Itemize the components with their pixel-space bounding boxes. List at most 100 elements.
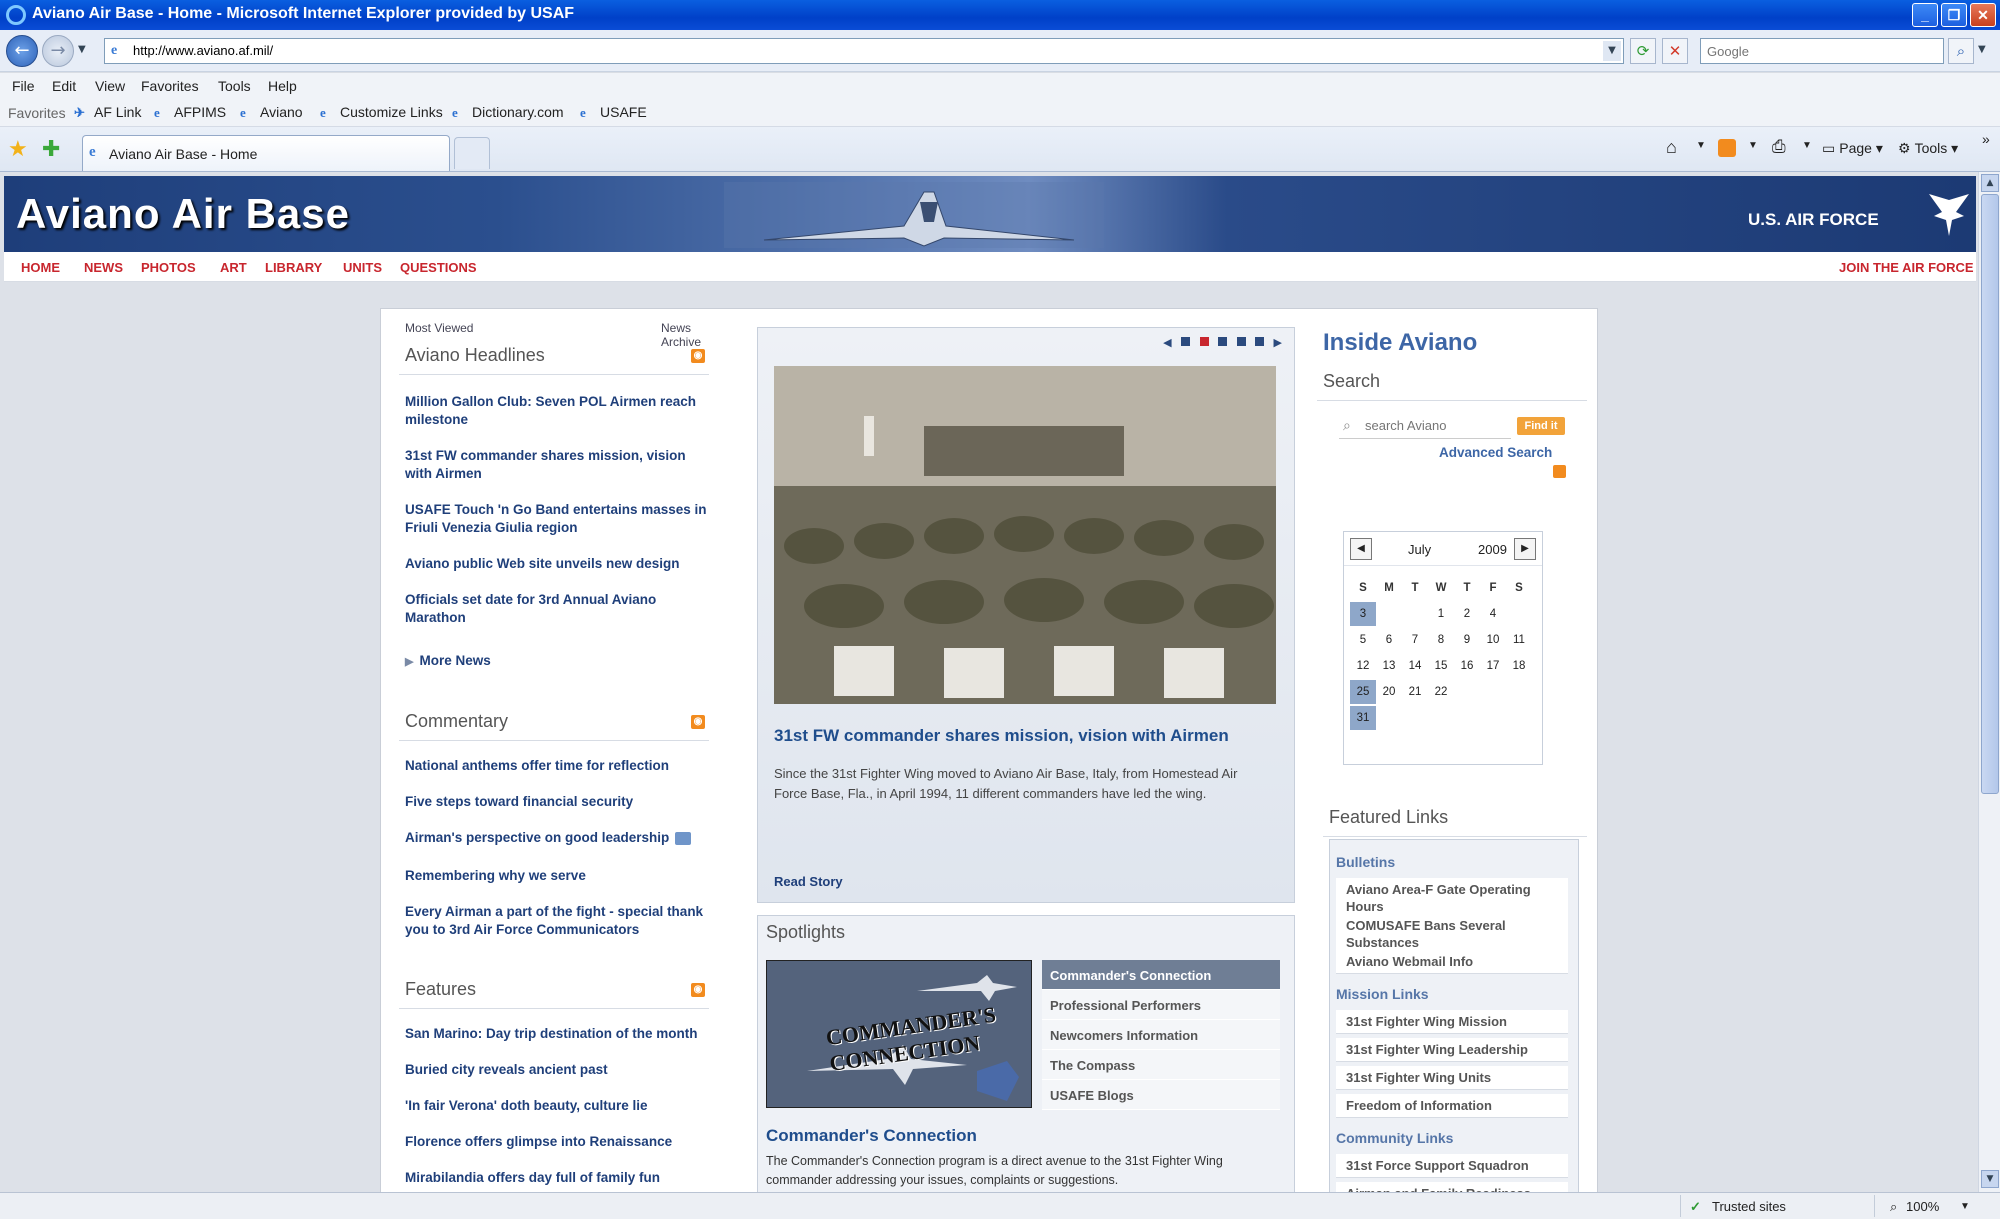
search-field[interactable]: [1700, 38, 1944, 64]
nav-join-air-force[interactable]: JOIN THE AIR FORCE: [1839, 260, 1974, 275]
spotlight-feature-title[interactable]: Commander's Connection: [766, 1126, 977, 1146]
calendar-day[interactable]: 18: [1506, 654, 1532, 678]
story-title[interactable]: 31st FW commander shares mission, vision…: [774, 726, 1229, 746]
calendar-day[interactable]: 5: [1350, 628, 1376, 652]
feature-item[interactable]: San Marino: Day trip destination of the …: [405, 1025, 715, 1043]
fav-link-aviano[interactable]: e Aviano: [240, 104, 303, 120]
print-icon[interactable]: ⎙: [1772, 137, 1786, 157]
calendar-day[interactable]: 9: [1454, 628, 1480, 652]
calendar-day[interactable]: 16: [1454, 654, 1480, 678]
fav-link-usafe[interactable]: e USAFE: [580, 104, 647, 120]
bulletin-link[interactable]: Aviano Webmail Info: [1336, 950, 1568, 974]
feeds-dropdown-icon[interactable]: ▼: [1748, 140, 1758, 151]
close-button[interactable]: ✕: [1970, 3, 1996, 27]
back-button[interactable]: ←: [6, 35, 38, 67]
nav-library[interactable]: LIBRARY: [265, 260, 322, 275]
zoom-level[interactable]: 100%: [1906, 1199, 1939, 1214]
feeds-icon[interactable]: [1718, 139, 1736, 157]
fav-link-dictionary[interactable]: e Dictionary.com: [452, 104, 564, 120]
mission-link[interactable]: 31st Fighter Wing Units: [1336, 1066, 1568, 1090]
rss-icon[interactable]: [1553, 465, 1566, 478]
feature-item[interactable]: Florence offers glimpse into Renaissance: [405, 1133, 715, 1151]
spotlight-item[interactable]: Professional Performers: [1042, 990, 1280, 1020]
home-icon[interactable]: ⌂: [1666, 137, 1677, 158]
rss-icon[interactable]: ◉: [691, 349, 705, 363]
minimize-button[interactable]: _: [1912, 3, 1938, 27]
nav-home[interactable]: HOME: [21, 260, 60, 275]
calendar-day[interactable]: 2: [1454, 602, 1480, 626]
calendar-day[interactable]: 20: [1376, 680, 1402, 704]
headline-item[interactable]: 31st FW commander shares mission, vision…: [405, 447, 715, 483]
mission-link[interactable]: 31st Fighter Wing Leadership: [1336, 1038, 1568, 1062]
prev-month-icon[interactable]: ◀: [1350, 538, 1372, 560]
nav-art[interactable]: ART: [220, 260, 247, 275]
vertical-scrollbar[interactable]: ▲ ▼: [1978, 172, 2000, 1192]
menu-favorites[interactable]: Favorites: [141, 78, 199, 94]
find-it-button[interactable]: Find it: [1517, 417, 1565, 435]
next-slide-icon[interactable]: ▶: [1274, 336, 1282, 349]
calendar-day[interactable]: 13: [1376, 654, 1402, 678]
story-photo[interactable]: [774, 366, 1276, 704]
bulletin-link[interactable]: Aviano Area-F Gate Operating Hours: [1336, 878, 1568, 919]
page-menu-button[interactable]: ▭ Page ▾: [1822, 140, 1883, 157]
spotlight-item-active[interactable]: Commander's Connection: [1042, 960, 1280, 990]
slide-dot[interactable]: [1255, 337, 1265, 346]
most-viewed-link[interactable]: Most Viewed: [405, 321, 473, 335]
calendar-day[interactable]: 21: [1402, 680, 1428, 704]
site-title[interactable]: Aviano Air Base: [16, 190, 350, 238]
community-link[interactable]: 31st Force Support Squadron: [1336, 1154, 1568, 1178]
nav-photos[interactable]: PHOTOS: [141, 260, 196, 275]
feature-item[interactable]: Mirabilandia offers day full of family f…: [405, 1169, 715, 1187]
read-story-link[interactable]: Read Story: [774, 874, 843, 889]
next-month-icon[interactable]: ▶: [1514, 538, 1536, 560]
community-link[interactable]: Airman and Family Readiness: [1336, 1182, 1568, 1192]
usaf-wordmark[interactable]: U.S. AIR FORCE: [1748, 210, 1879, 230]
home-dropdown-icon[interactable]: ▼: [1696, 140, 1706, 151]
commentary-item[interactable]: Airman's perspective on good leadership: [405, 829, 715, 847]
site-search-input[interactable]: [1365, 418, 1505, 433]
calendar-day[interactable]: 12: [1350, 654, 1376, 678]
slide-dot-active[interactable]: [1199, 337, 1209, 346]
menu-help[interactable]: Help: [268, 78, 297, 94]
usaf-wing-logo-icon[interactable]: [1924, 190, 1974, 240]
menu-tools[interactable]: Tools: [218, 78, 251, 94]
url-dropdown-icon[interactable]: ▼: [1603, 41, 1621, 61]
commanders-connection-image[interactable]: COMMANDER'S CONNECTION: [766, 960, 1032, 1108]
calendar-day[interactable]: 1: [1428, 602, 1454, 626]
headline-item[interactable]: USAFE Touch 'n Go Band entertains masses…: [405, 501, 715, 537]
previous-slide-icon[interactable]: ◀: [1163, 336, 1171, 349]
calendar-day[interactable]: 15: [1428, 654, 1454, 678]
more-news-link[interactable]: ▶ More News: [405, 653, 491, 668]
search-input[interactable]: [1701, 39, 1943, 63]
fav-link-afpims[interactable]: e AFPIMS: [154, 104, 226, 120]
calendar-day[interactable]: 31: [1350, 706, 1376, 730]
security-zone[interactable]: Trusted sites: [1712, 1199, 1786, 1214]
calendar-day[interactable]: 3: [1350, 602, 1376, 626]
calendar-day[interactable]: 22: [1428, 680, 1454, 704]
chevron-more-icon[interactable]: »: [1982, 131, 1990, 147]
spotlight-item[interactable]: The Compass: [1042, 1050, 1280, 1080]
mission-link[interactable]: 31st Fighter Wing Mission: [1336, 1010, 1568, 1034]
slide-dot[interactable]: [1218, 337, 1228, 346]
headline-item[interactable]: Million Gallon Club: Seven POL Airmen re…: [405, 393, 715, 429]
url-field[interactable]: e http://www.aviano.af.mil/ ▼: [104, 38, 1624, 64]
advanced-search-link[interactable]: Advanced Search: [1439, 445, 1552, 460]
nav-units[interactable]: UNITS: [343, 260, 382, 275]
site-search-field[interactable]: ⌕: [1339, 415, 1511, 439]
feature-item[interactable]: Buried city reveals ancient past: [405, 1061, 715, 1079]
maximize-button[interactable]: ❐: [1941, 3, 1967, 27]
add-favorite-star-icon[interactable]: ✚: [42, 137, 60, 162]
headline-item[interactable]: Officials set date for 3rd Annual Aviano…: [405, 591, 715, 627]
calendar-day[interactable]: 6: [1376, 628, 1402, 652]
tab-aviano-home[interactable]: e Aviano Air Base - Home: [82, 135, 450, 171]
nav-news[interactable]: NEWS: [84, 260, 123, 275]
calendar-day[interactable]: 11: [1506, 628, 1532, 652]
commentary-item[interactable]: Every Airman a part of the fight - speci…: [405, 903, 715, 939]
rss-icon[interactable]: ◉: [691, 715, 705, 729]
stop-button[interactable]: ✕: [1662, 38, 1688, 64]
calendar-day[interactable]: 25: [1350, 680, 1376, 704]
new-tab-button[interactable]: [454, 137, 490, 169]
spotlight-item[interactable]: USAFE Blogs: [1042, 1080, 1280, 1110]
refresh-button[interactable]: ⟳: [1630, 38, 1656, 64]
calendar-day[interactable]: 10: [1480, 628, 1506, 652]
